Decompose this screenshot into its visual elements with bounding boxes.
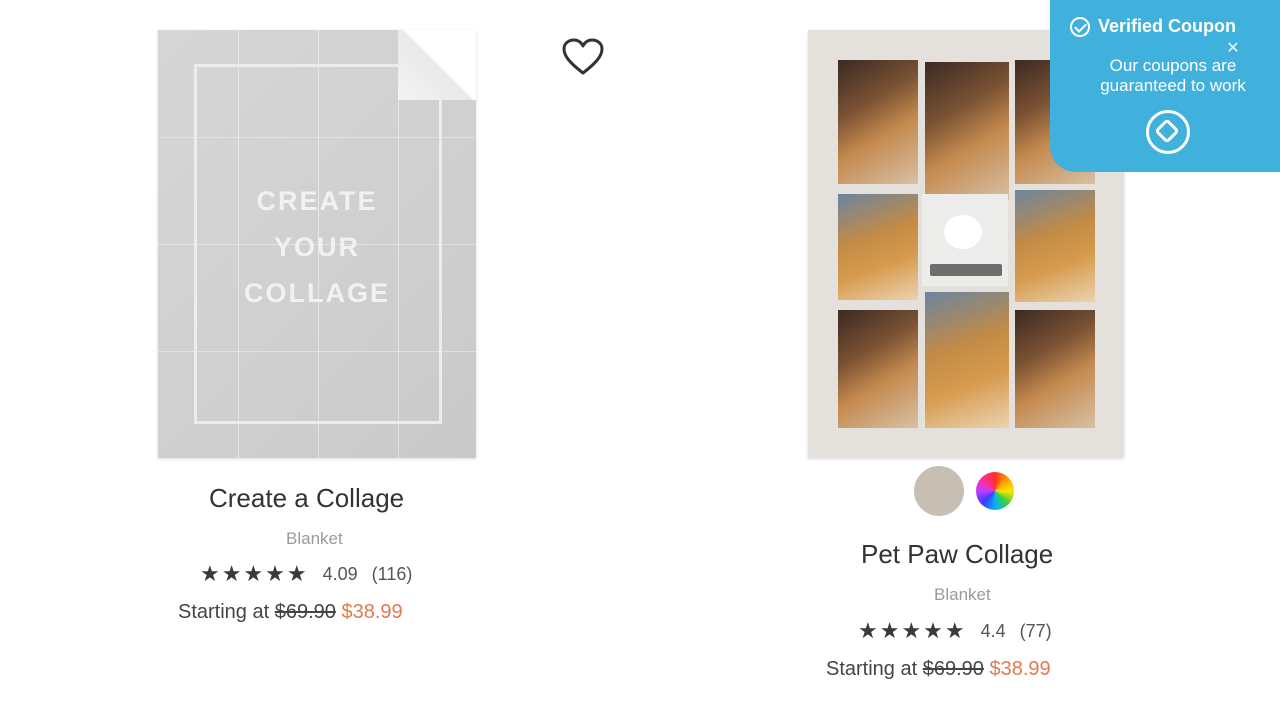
collage-photo <box>1015 310 1095 428</box>
star-rating-icon: ★★★★★ <box>858 618 967 643</box>
product-title[interactable]: Pet Paw Collage <box>861 539 1053 570</box>
coupon-tag-icon[interactable] <box>1146 110 1190 154</box>
product-type: Blanket <box>934 585 991 604</box>
collage-photo <box>838 60 918 184</box>
product-type: Blanket <box>286 529 343 548</box>
heart-icon[interactable] <box>562 38 604 76</box>
product-image-create-a-collage[interactable]: CREATE YOUR COLLAGE <box>158 30 476 458</box>
blanket-placeholder-text: CREATE YOUR COLLAGE <box>158 178 476 316</box>
price-prefix: Starting at <box>178 601 275 623</box>
review-count: (77) <box>1019 620 1052 641</box>
coupon-header: Verified Coupon <box>1070 16 1236 37</box>
rating-value: 4.09 <box>322 563 358 584</box>
rating-value: 4.4 <box>980 620 1006 641</box>
review-count: (116) <box>371 563 413 584</box>
collage-photo <box>925 62 1009 200</box>
collage-photo <box>838 194 918 300</box>
verified-coupon-popup[interactable]: Verified Coupon ✕ Our coupons are guaran… <box>1050 0 1280 172</box>
star-rating-icon: ★★★★★ <box>200 561 309 586</box>
original-price: $69.90 <box>274 601 336 623</box>
sale-price: $38.99 <box>989 658 1051 680</box>
collage-photo <box>925 292 1009 428</box>
collage-photo <box>1015 190 1095 302</box>
collage-photo <box>838 310 918 428</box>
coupon-title: Verified Coupon <box>1098 16 1237 36</box>
sale-price: $38.99 <box>341 601 403 623</box>
coupon-description: Our coupons are guaranteed to work <box>1100 56 1246 95</box>
blanket-fold-corner <box>398 30 476 100</box>
paw-print-icon <box>944 215 982 249</box>
product-title[interactable]: Create a Collage <box>209 483 404 514</box>
price-prefix: Starting at <box>826 658 923 680</box>
color-swatch-multicolor[interactable] <box>976 472 1014 510</box>
rating-row[interactable]: ★★★★★ 4.09 (116) <box>200 561 412 587</box>
check-circle-icon <box>1070 16 1090 37</box>
price-row: Starting at $69.90 $38.99 <box>178 601 403 624</box>
color-swatch-taupe[interactable] <box>914 466 964 516</box>
blanket-text-line: CREATE <box>256 186 378 216</box>
price-row: Starting at $69.90 $38.99 <box>826 658 1051 681</box>
blanket-text-line: COLLAGE <box>244 278 390 308</box>
blanket-text-line: YOUR <box>273 232 360 262</box>
rating-row[interactable]: ★★★★★ 4.4 (77) <box>858 618 1052 644</box>
original-price: $69.90 <box>922 658 984 680</box>
pet-name-plate <box>930 264 1002 276</box>
